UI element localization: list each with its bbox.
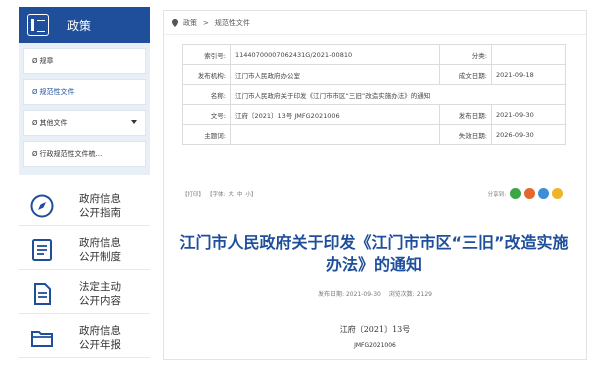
qzone-icon[interactable] [552,188,563,199]
table-row: 索引号: 11440700007062431G/2021-00810 分类: [182,44,566,65]
compass-icon [27,191,57,221]
print-button[interactable]: 【打印】 [182,190,204,198]
menu-item-label: 其他文件 [39,119,68,127]
link-icon: Ø [32,88,38,96]
meta-value [491,44,566,65]
table-row: 主题词: 失效日期: 2026-09-30 [182,124,566,145]
table-row: 发布机构: 江门市人民政府办公室 成文日期: 2021-09-18 [182,64,566,85]
meta-key: 发布日期: [439,104,492,125]
meta-value: 2021-09-18 [491,64,566,85]
link-disclosure-guide[interactable]: 政府信息 公开指南 [19,187,150,226]
wechat-icon[interactable] [510,188,521,199]
article-title: 江门市人民政府关于印发《江门市市区“三旧”改造实施办法》的通知 [179,233,569,274]
weibo-icon[interactable] [524,188,535,199]
meta-value: 江府〔2021〕13号 JMFG2021006 [230,104,440,125]
regulation-code: JMFG2021006 [354,342,396,349]
share-label: 分享到: [487,192,506,198]
views-label: 浏览次数: [388,291,415,298]
link-statutory-content[interactable]: 法定主动 公开内容 [19,275,150,314]
menu-item-normative-docs[interactable]: Ø 规范性文件 [23,79,146,105]
document-list-icon [27,235,57,265]
info-label: 法定主动 公开内容 [79,281,121,307]
link-icon: Ø [32,150,38,158]
breadcrumb-current[interactable]: 规范性文件 [215,18,250,28]
meta-value: 2021-09-30 [491,104,566,125]
views-count: 2129 [416,291,432,298]
menu-item-regulations[interactable]: Ø 规章 [23,48,146,74]
folder-icon [27,323,57,353]
publish-info: 发布日期: 2021-09-30 浏览次数: 2129 [164,289,586,298]
link-disclosure-system[interactable]: 政府信息 公开制度 [19,231,150,270]
font-large-button[interactable]: 大 [228,190,234,198]
table-row: 文号: 江府〔2021〕13号 JMFG2021006 发布日期: 2021-0… [182,104,566,125]
font-medium-button[interactable]: 中 [237,190,243,198]
meta-value: 11440700007062431G/2021-00810 [230,44,440,65]
section-header: 政策 [19,7,150,43]
meta-key: 索引号: [182,44,231,65]
meta-value: 2026-09-30 [491,124,566,145]
meta-key: 名称: [182,84,231,105]
meta-key: 主题词: [182,124,231,145]
section-title: 政策 [67,18,92,33]
link-annual-report[interactable]: 政府信息 公开年报 [19,319,150,358]
publish-date-label: 发布日期: [318,291,345,298]
document-metadata-table: 索引号: 11440700007062431G/2021-00810 分类: 发… [182,44,566,145]
info-disclosure-links: 政府信息 公开指南 政府信息 公开制度 法定主动 公开内容 政府信息 公开年报 [19,187,150,358]
menu-item-label: 规章 [39,57,54,65]
info-label: 政府信息 公开指南 [79,193,121,219]
document-icon [27,279,57,309]
breadcrumb-home[interactable]: 政策 [183,18,197,28]
breadcrumb-separator: > [203,18,209,27]
info-label: 政府信息 公开制度 [79,237,121,263]
book-icon [27,14,49,36]
font-size-bracket: 】 [250,192,257,198]
article-toolbar: 【打印】 【字体: 大 中 小 】 分享到: [182,183,566,205]
menu-item-label: 行政规范性文件梳... [39,150,103,158]
font-size-label: 【字体: [207,192,226,198]
meta-key: 文号: [182,104,231,125]
meta-key: 成文日期: [439,64,492,85]
meta-key: 分类: [439,44,492,65]
left-column: 政策 Ø 规章 Ø 规范性文件 Ø 其他文件 Ø 行政规范性文件梳... 政府信… [19,7,150,363]
menu-item-other-docs[interactable]: Ø 其他文件 [23,110,146,136]
meta-key: 失效日期: [439,124,492,145]
publish-date: 2021-09-30 [345,291,381,298]
meta-value: 江门市人民政府关于印发《江门市市区“三旧”改造实施办法》的通知 [230,84,566,105]
link-icon: Ø [32,119,38,127]
table-row: 名称: 江门市人民政府关于印发《江门市市区“三旧”改造实施办法》的通知 [182,84,566,105]
meta-key: 发布机构: [182,64,231,85]
location-pin-icon [172,18,178,27]
qq-icon[interactable] [538,188,549,199]
breadcrumb: 政策 > 规范性文件 [164,11,586,35]
content-panel: 政策 > 规范性文件 索引号: 11440700007062431G/2021-… [163,10,587,360]
link-icon: Ø [32,57,38,65]
policy-menu: Ø 规章 Ø 规范性文件 Ø 其他文件 Ø 行政规范性文件梳... [19,43,150,175]
menu-item-label: 规范性文件 [39,88,75,96]
meta-value: 江门市人民政府办公室 [230,64,440,85]
info-label: 政府信息 公开年报 [79,325,121,351]
meta-value [230,124,440,145]
chevron-down-icon[interactable] [131,120,137,124]
document-number: 江府〔2021〕13号 [339,325,411,334]
menu-item-admin-normative[interactable]: Ø 行政规范性文件梳... [23,141,146,167]
